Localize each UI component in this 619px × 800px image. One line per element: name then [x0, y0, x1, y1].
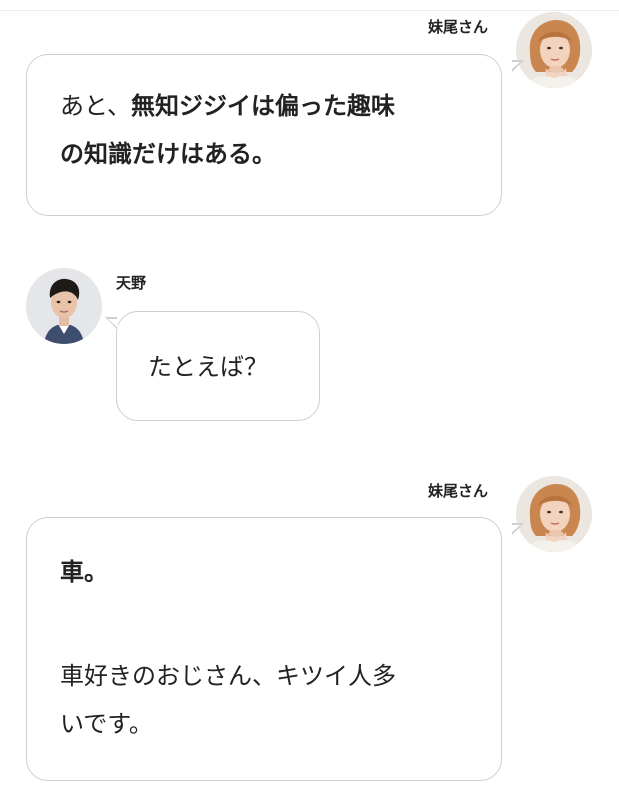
avatar-amano: [26, 268, 102, 344]
message-line: あと、無知ジジイは偏った趣味: [60, 82, 501, 130]
message-line: の知識だけはある。: [60, 130, 501, 178]
message-text-bold: 無知ジジイは偏った趣味: [131, 92, 396, 120]
message-text-bold: 車。: [60, 558, 108, 586]
message-text: たとえば？: [148, 353, 268, 381]
man-portrait-icon: [26, 268, 102, 344]
message-text: あと、: [60, 92, 132, 120]
avatar-senoo: [516, 12, 592, 88]
speaker-name-amano: 天野: [116, 274, 147, 292]
message-text-bold: の知識だけはある。: [60, 140, 276, 168]
message-line: 車。: [60, 548, 501, 596]
message-text: 車好きのおじさん、キツイ人多: [60, 662, 396, 690]
message-line: たとえば？: [148, 343, 319, 391]
message-text: いです。: [60, 710, 153, 738]
speaker-name-senoo: 妹尾さん: [428, 482, 489, 500]
top-divider: [0, 0, 619, 11]
message-line: 車好きのおじさん、キツイ人多: [60, 652, 501, 700]
message-bubble-1: あと、無知ジジイは偏った趣味 の知識だけはある。: [26, 54, 524, 216]
woman-portrait-icon: [516, 476, 592, 552]
woman-portrait-icon: [516, 12, 592, 88]
message-line: いです。: [60, 700, 501, 748]
speaker-name-senoo: 妹尾さん: [428, 18, 489, 36]
message-bubble-3: 車。 車好きのおじさん、キツイ人多 いです。: [26, 517, 524, 781]
message-bubble-2: たとえば？: [105, 311, 320, 421]
avatar-senoo: [516, 476, 592, 552]
